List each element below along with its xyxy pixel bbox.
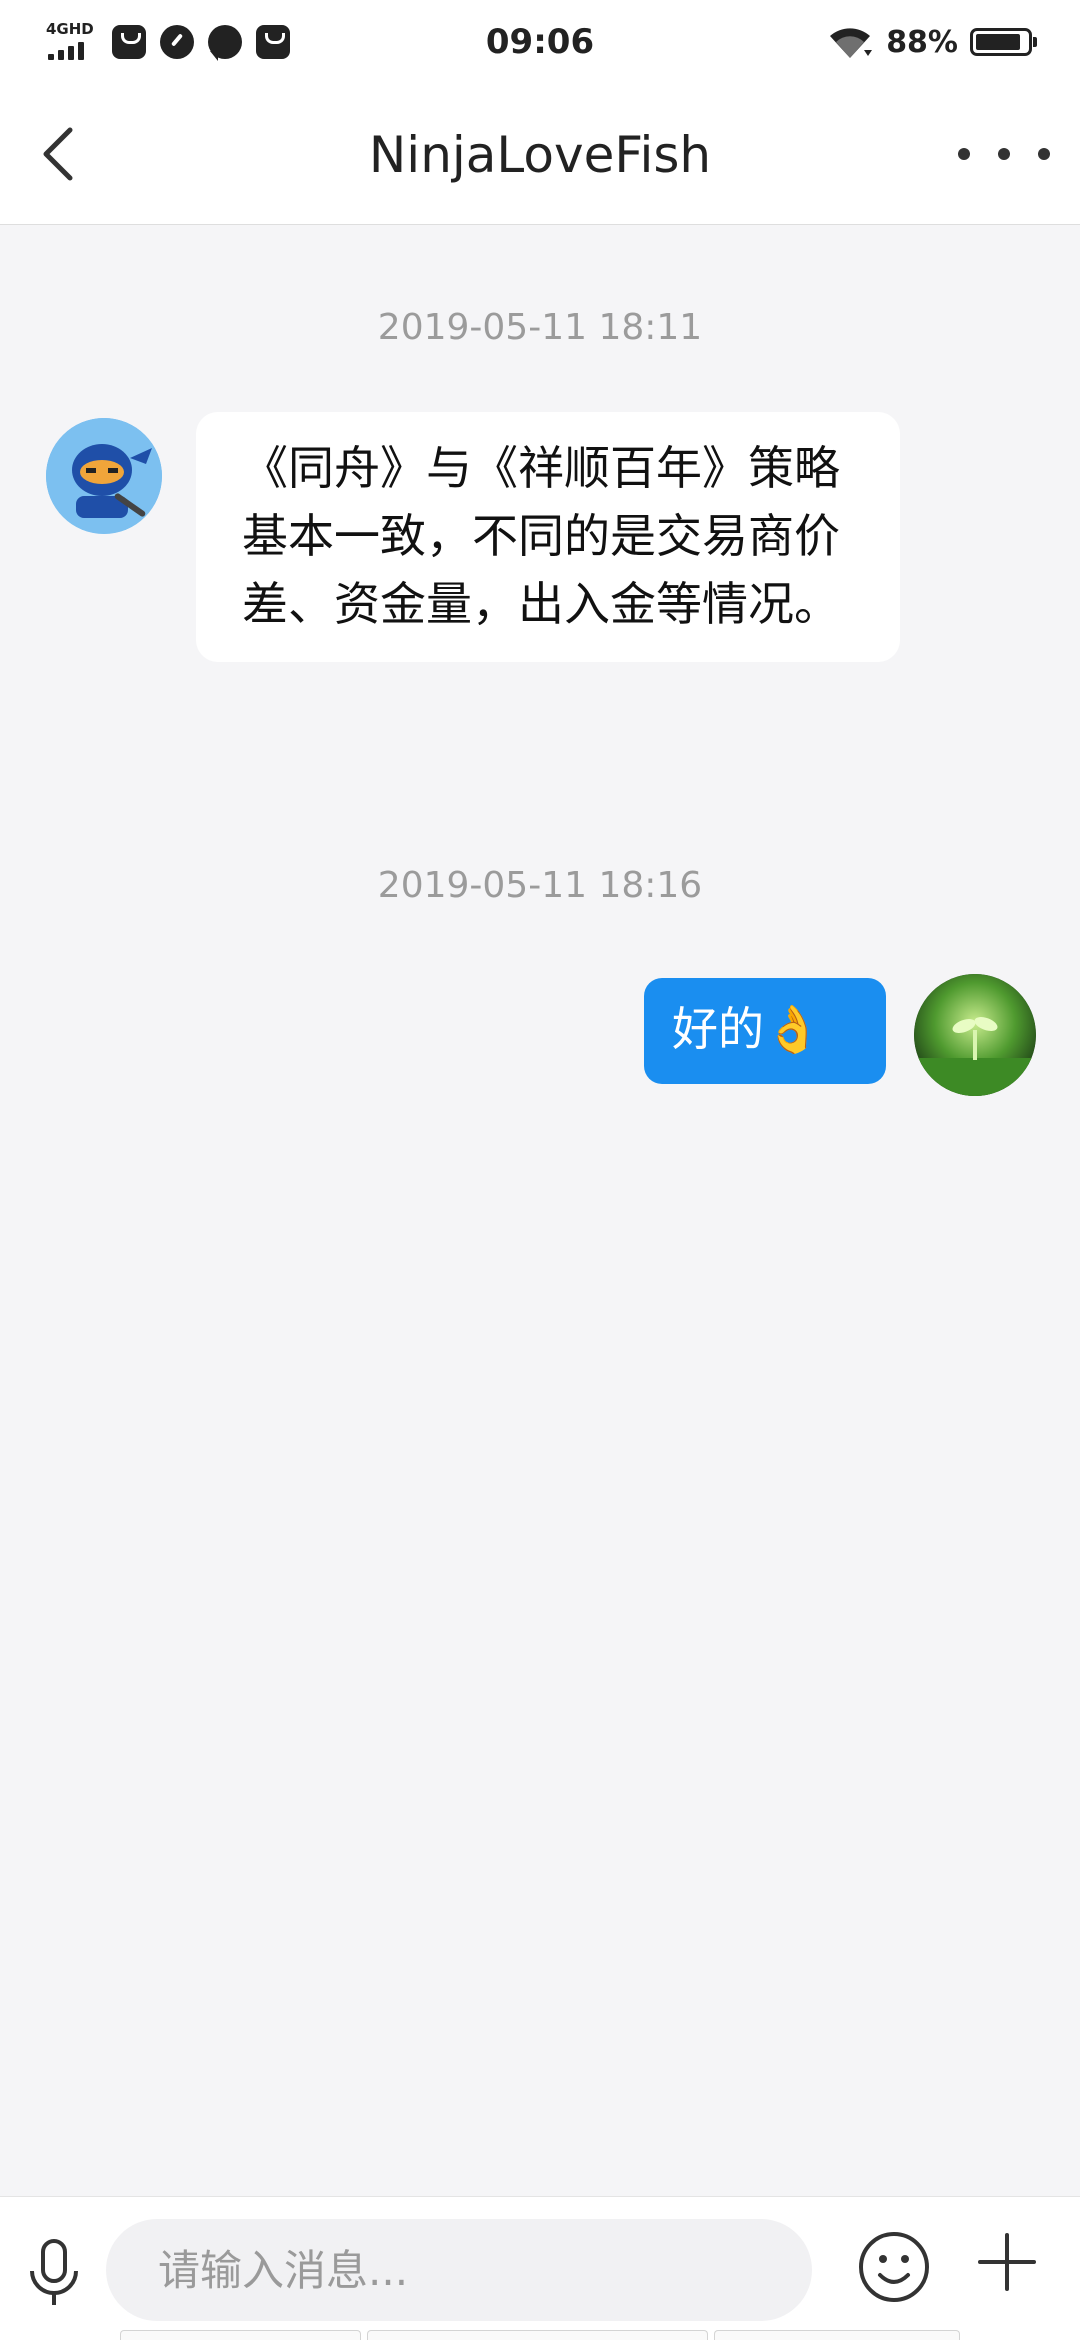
chat-header: NinjaLoveFish bbox=[0, 84, 1080, 225]
microphone-icon bbox=[30, 2239, 78, 2305]
incoming-message-bubble[interactable]: 《同舟》与《祥顺百年》策略基本一致，不同的是交易商价差、资金量，出入金等情况。 bbox=[196, 412, 900, 662]
message-timestamp: 2019-05-11 18:11 bbox=[377, 307, 703, 348]
status-bar: 4GHD 09:06 88% bbox=[0, 0, 1080, 84]
ninja-avatar-icon bbox=[46, 418, 162, 534]
page-title: NinjaLoveFish bbox=[368, 126, 712, 184]
message-timestamp: 2019-05-11 18:16 bbox=[377, 865, 703, 906]
wifi-icon bbox=[830, 28, 873, 58]
more-dots-icon bbox=[958, 148, 970, 160]
emoji-button[interactable] bbox=[856, 2229, 932, 2305]
plus-icon bbox=[978, 2233, 1036, 2291]
message-input-bar bbox=[0, 2196, 1080, 2340]
my-avatar[interactable] bbox=[914, 974, 1036, 1096]
voice-input-button[interactable] bbox=[24, 2237, 84, 2309]
outgoing-message-bubble[interactable]: 好的👌 bbox=[644, 978, 886, 1084]
contact-avatar[interactable] bbox=[46, 418, 162, 534]
more-button[interactable] bbox=[958, 124, 1050, 184]
battery-fill bbox=[976, 34, 1020, 50]
plant-sprout-avatar-icon bbox=[914, 974, 1036, 1096]
more-actions-button[interactable] bbox=[976, 2231, 1038, 2293]
battery-percent: 88% bbox=[886, 24, 958, 60]
status-right-icons: 88% bbox=[826, 20, 1037, 64]
battery-icon bbox=[970, 28, 1037, 56]
emoji-icon bbox=[859, 2232, 929, 2302]
message-input[interactable] bbox=[106, 2219, 812, 2321]
bottom-panel-tabs bbox=[120, 2330, 960, 2340]
